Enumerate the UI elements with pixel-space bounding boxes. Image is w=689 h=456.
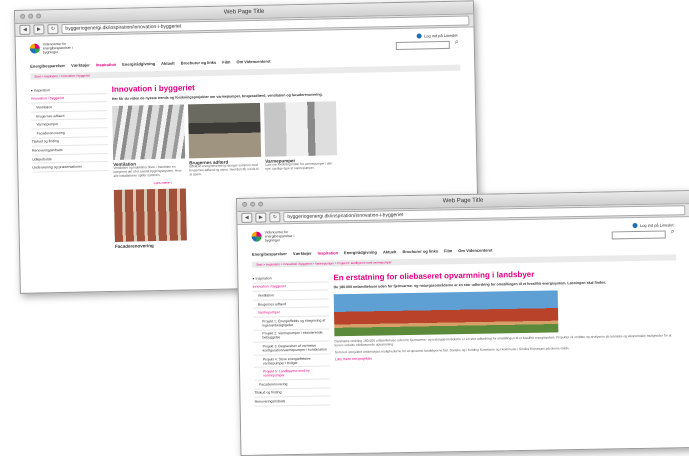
sidebar: ● Inspiration Innovation i byggeriet Venti… [30, 85, 110, 251]
card-image[interactable] [188, 103, 262, 159]
sidebar-item-label: Innovation i byggeriet [252, 284, 286, 290]
sidebar-item-label: Ventilation [36, 105, 53, 110]
logo-mark-icon [251, 231, 262, 242]
card-text: Ventilation og indeklima bliver i fremti… [113, 164, 182, 179]
sidebar-item-label: Projekt 4: Store energieffektive varmepu… [262, 356, 311, 366]
card-title[interactable]: Facaderenovering [115, 242, 187, 249]
logo-text: Videncenter for energibesparelser i bygn… [264, 230, 295, 243]
article-hero-image [333, 290, 559, 337]
sidebar-item-label: Tilskud og finding [31, 139, 59, 145]
card-varmepumper[interactable]: Varmepumper Læs om forskning inden for v… [264, 101, 338, 176]
sidebar-item-label: Facaderenovering [36, 130, 65, 136]
window-title: Web Page Title [223, 8, 265, 16]
sidebar-item-label: Projekt 3: Besparelser af varmelse konfi… [262, 343, 327, 353]
sidebar-item-label: Facaderenovering [259, 381, 288, 387]
menu-item-active[interactable]: Inspiration [318, 250, 339, 255]
minimize-icon[interactable] [250, 201, 256, 207]
sidebar-item-label: Projekt 1: Energieffektiv og integrering… [262, 318, 326, 328]
card-brugernes-adfaerd[interactable]: Brugernes adfærd Effekt af energirenover… [188, 103, 262, 177]
card-image[interactable] [113, 188, 187, 242]
login-label: Log ind på Lineslet [639, 222, 674, 228]
sidebar-item-label: Innovation i byggeriet [30, 96, 65, 102]
reload-icon[interactable]: ↻ [47, 24, 59, 35]
window-title: Web Page Title [442, 197, 484, 205]
search-icon[interactable]: ⌕ [455, 39, 459, 47]
menu-item[interactable]: Aktuelt [383, 249, 397, 254]
forward-icon[interactable]: ▶ [33, 24, 45, 35]
reload-icon[interactable]: ↻ [269, 212, 281, 223]
back-icon[interactable]: ◀ [19, 24, 31, 35]
sidebar-item-label: Brugernes adfærd [36, 113, 65, 119]
breadcrumb[interactable]: Start > Inspiration > Innovation i bygge… [252, 254, 677, 268]
card-grid: Ventilation Ventilation og indeklima bli… [112, 99, 462, 179]
menu-item-active[interactable]: Inspiration [96, 62, 117, 67]
card-text: Effekt af energirenovering hænger sammen… [189, 163, 259, 177]
card-ventilation[interactable]: Ventilation Ventilation og indeklima bli… [112, 104, 186, 179]
sidebar-item-label: Varmepumper [257, 310, 280, 315]
close-icon[interactable] [242, 201, 248, 207]
window-controls [242, 201, 264, 207]
menu-item[interactable]: Energibesparelser [30, 63, 65, 69]
page-content: Videncenter for energibesparelser i bygn… [237, 217, 689, 413]
user-icon [632, 222, 638, 229]
search-icon[interactable]: ⌕ [671, 228, 675, 236]
maximize-icon[interactable] [258, 201, 264, 207]
menu-item[interactable]: Film [222, 59, 230, 64]
window-controls [20, 13, 42, 19]
sidebar-item[interactable]: Renoveringsindsats [254, 396, 331, 407]
sidebar-item-label: Projekt 2: Varmepumper i eksisterende be… [262, 330, 323, 340]
menu-item[interactable]: Energirådgivning [344, 250, 377, 256]
sidebar-item-label: Projekt 5: Landbyerne med ny varmepumper [263, 368, 310, 378]
card-facaderenovering[interactable]: Facaderenovering [113, 188, 187, 249]
sidebar-item-label: Renoveringsindsats [31, 147, 63, 153]
sidebar: ● Inspiration Innovation i byggeriet Venti… [252, 273, 331, 407]
menu-item[interactable]: Værktøjer [71, 62, 90, 67]
sidebar-item-label: Undervisning og præsentationer [32, 164, 83, 170]
browser-window-article: Web Page Title ◀ ▶ ↻ byggeriogenergi.dk/… [236, 190, 689, 456]
logo-text: Videncenter for energibesparelser i bygn… [42, 41, 73, 55]
search-input[interactable] [611, 230, 666, 240]
chevron-right-icon: › [170, 180, 173, 185]
menu-item[interactable]: Aktuelt [161, 61, 175, 66]
sidebar-item-label: Varmepumper [36, 122, 59, 127]
menu-item[interactable]: Energibesparelser [252, 251, 287, 257]
menu-item[interactable]: Om Videncenteret [236, 59, 270, 65]
search-input[interactable] [395, 40, 450, 51]
login-label: Log ind på Lineslet [423, 32, 458, 39]
main-content: En erstatning for oliebaseret opvarmning… [328, 267, 678, 405]
menu-item[interactable]: Energirådgivning [122, 61, 155, 67]
back-icon[interactable]: ◀ [241, 212, 253, 223]
sidebar-item[interactable]: Undervisning og præsentationer [32, 162, 109, 173]
forward-icon[interactable]: ▶ [255, 212, 267, 223]
read-more-label: Læs mere [153, 180, 170, 186]
login-link[interactable]: Log ind på Lineslet [632, 222, 674, 229]
menu-item[interactable]: Film [444, 248, 452, 253]
sidebar-item-label: Ventilation [257, 293, 274, 298]
menu-item[interactable]: Brochurer og links [181, 60, 217, 66]
logo-mark-icon [29, 43, 40, 54]
card-image[interactable] [112, 104, 186, 161]
sidebar-item-label: Inspiration [255, 276, 272, 281]
sidebar-item-label: Inspiration [33, 88, 50, 93]
menu-item[interactable]: Brochurer og links [402, 248, 438, 254]
sidebar-item-label: Udlejerbolde [32, 156, 52, 162]
menu-item[interactable]: Værktøjer [293, 251, 312, 256]
minimize-icon[interactable] [28, 13, 34, 19]
card-image[interactable] [264, 101, 338, 158]
menu-item[interactable]: Om Videncenteret [458, 248, 492, 254]
card-text: Læs om forskning inden for varmepumper i… [265, 161, 333, 171]
sidebar-item-label: Brugernes adfærd [257, 301, 287, 307]
login-link[interactable]: Log ind på Lineslet [416, 32, 458, 39]
sidebar-item-label: Tilskud og finding [254, 390, 282, 396]
user-icon [416, 33, 423, 39]
close-icon[interactable] [20, 13, 26, 19]
sidebar-item-label: Renoveringsindsats [254, 399, 286, 404]
maximize-icon[interactable] [36, 13, 42, 19]
